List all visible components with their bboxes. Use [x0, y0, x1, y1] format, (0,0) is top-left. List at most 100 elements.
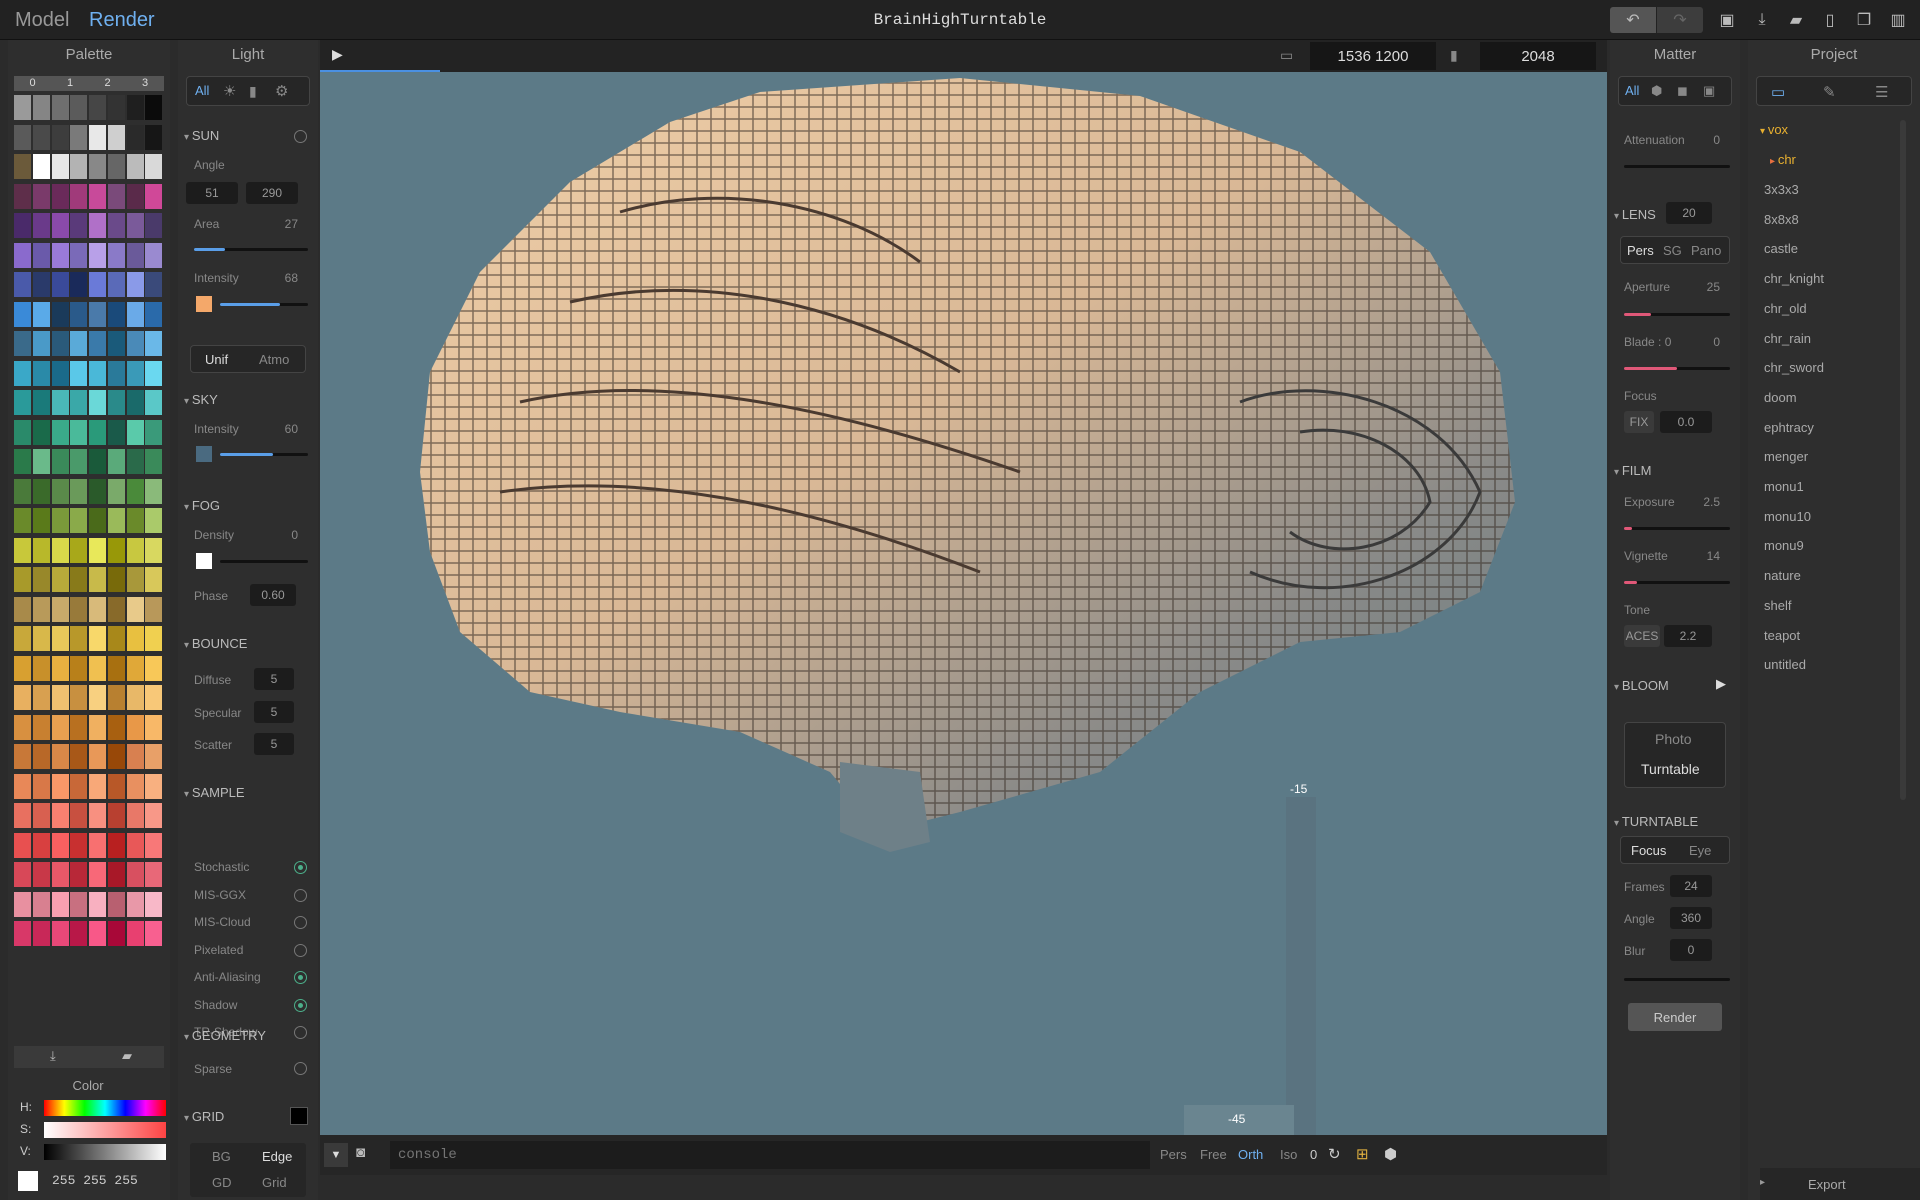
palette-swatch[interactable] — [32, 655, 50, 681]
frames-input[interactable]: 24 — [1670, 875, 1712, 897]
palette-swatch[interactable] — [145, 921, 163, 946]
palette-swatch[interactable] — [32, 242, 50, 268]
palette-swatch[interactable] — [70, 891, 88, 917]
palette-swatch[interactable] — [32, 478, 50, 504]
palette-swatch[interactable] — [32, 744, 50, 769]
saturation-slider[interactable] — [44, 1122, 166, 1138]
palette-swatch[interactable] — [14, 655, 31, 681]
sky-intensity-slider[interactable] — [220, 453, 308, 456]
palette-swatch[interactable] — [70, 921, 88, 946]
palette-swatch[interactable] — [14, 714, 31, 740]
palette-swatch[interactable] — [70, 124, 88, 150]
palette-swatch[interactable] — [126, 891, 144, 917]
palette-swatch[interactable] — [126, 213, 144, 238]
bar-chart-icon[interactable]: ▮ — [249, 83, 257, 100]
delete-button[interactable]: ▥ — [1884, 7, 1912, 33]
palette-swatch[interactable] — [107, 213, 125, 238]
project-file-item[interactable]: menger — [1764, 449, 1808, 464]
palette-swatch[interactable] — [32, 213, 50, 238]
hue-slider[interactable] — [44, 1100, 166, 1116]
palette-swatch[interactable] — [51, 832, 69, 858]
palette-swatch[interactable] — [126, 272, 144, 297]
turntable-slider[interactable] — [1624, 978, 1730, 981]
palette-swatch[interactable] — [126, 95, 144, 120]
palette-swatch[interactable] — [14, 272, 31, 297]
fog-phase-input[interactable]: 0.60 — [250, 584, 296, 606]
sky-header[interactable]: SKY — [184, 392, 218, 407]
turntable-eye[interactable]: Eye — [1689, 843, 1711, 858]
palette-swatch[interactable] — [51, 921, 69, 946]
palette-swatch[interactable] — [126, 596, 144, 622]
palette-swatch[interactable] — [70, 596, 88, 622]
palette-swatch[interactable] — [70, 242, 88, 268]
export-label[interactable]: Export — [1808, 1177, 1846, 1192]
camera-icon[interactable]: ◙ — [356, 1144, 365, 1161]
redo-button[interactable]: ↷ — [1657, 7, 1703, 33]
palette-swatch[interactable] — [14, 183, 31, 209]
palette-swatch[interactable] — [89, 773, 106, 799]
open-button[interactable]: ▰ — [1782, 7, 1810, 33]
palette-swatch[interactable] — [14, 390, 31, 415]
palette-swatch[interactable] — [51, 95, 69, 120]
palette-swatch[interactable] — [145, 567, 163, 592]
palette-swatch[interactable] — [145, 803, 163, 828]
palette-swatch[interactable] — [89, 390, 106, 415]
palette-save-icon[interactable]: ⤓ — [50, 1048, 56, 1064]
mode-atmo[interactable]: Atmo — [259, 352, 289, 367]
palette-swatch[interactable] — [107, 685, 125, 710]
project-file-item[interactable]: chr_knight — [1764, 271, 1824, 286]
export-expand-icon[interactable]: ▸ — [1760, 1177, 1765, 1188]
palette-swatch[interactable] — [32, 832, 50, 858]
palette-swatch[interactable] — [107, 537, 125, 563]
film-header[interactable]: FILM — [1614, 463, 1652, 478]
palette-swatch[interactable] — [14, 478, 31, 504]
palette-swatch[interactable] — [51, 537, 69, 563]
lens-sg[interactable]: SG — [1663, 243, 1682, 258]
palette-swatch[interactable] — [32, 390, 50, 415]
bloom-play-icon[interactable]: ▶ — [1716, 676, 1726, 692]
palette-swatch[interactable] — [107, 390, 125, 415]
palette-swatch[interactable] — [51, 891, 69, 917]
palette-swatch[interactable] — [89, 655, 106, 681]
palette-swatch[interactable] — [145, 390, 163, 415]
palette-swatch[interactable] — [70, 390, 88, 415]
project-file-item[interactable]: 8x8x8 — [1764, 212, 1799, 227]
palette-swatch[interactable] — [51, 508, 69, 533]
blade-slider[interactable] — [1624, 367, 1730, 370]
palette-swatch[interactable] — [70, 95, 88, 120]
sample-option-toggle[interactable] — [294, 998, 307, 1012]
palette-swatch[interactable] — [89, 567, 106, 592]
palette-swatch[interactable] — [107, 95, 125, 120]
tone-input[interactable]: 2.2 — [1664, 625, 1712, 647]
palette-swatch[interactable] — [32, 272, 50, 297]
palette-swatch[interactable] — [89, 124, 106, 150]
palette-swatch[interactable] — [107, 832, 125, 858]
palette-swatch[interactable] — [32, 419, 50, 445]
sun-angle-1-input[interactable]: 51 — [186, 182, 238, 204]
palette-swatch[interactable] — [126, 537, 144, 563]
camera-icon[interactable]: ◼ — [1677, 83, 1688, 99]
palette-swatch[interactable] — [14, 449, 31, 474]
lens-pers[interactable]: Pers — [1627, 243, 1654, 258]
palette-swatch[interactable] — [145, 301, 163, 327]
palette-swatch[interactable] — [107, 891, 125, 917]
palette-swatch[interactable] — [14, 124, 31, 150]
sun-area-slider[interactable] — [194, 248, 308, 251]
matter-filter-all[interactable]: All — [1625, 83, 1639, 98]
palette-swatch[interactable] — [107, 655, 125, 681]
project-file-item[interactable]: shelf — [1764, 598, 1791, 613]
palette-swatch[interactable] — [32, 567, 50, 592]
palette-swatch[interactable] — [89, 891, 106, 917]
palette-swatch[interactable] — [70, 567, 88, 592]
palette-swatch[interactable] — [126, 921, 144, 946]
project-file-item[interactable]: ephtracy — [1764, 420, 1814, 435]
camera-orth[interactable]: Orth — [1238, 1147, 1263, 1162]
palette-swatch[interactable] — [14, 773, 31, 799]
palette-swatch[interactable] — [14, 626, 31, 651]
palette-swatch[interactable] — [89, 744, 106, 769]
sun-intensity-slider[interactable] — [220, 303, 308, 306]
palette-swatch[interactable] — [51, 390, 69, 415]
palette-swatch[interactable] — [32, 124, 50, 150]
palette-swatch[interactable] — [51, 744, 69, 769]
palette-swatch[interactable] — [14, 891, 31, 917]
